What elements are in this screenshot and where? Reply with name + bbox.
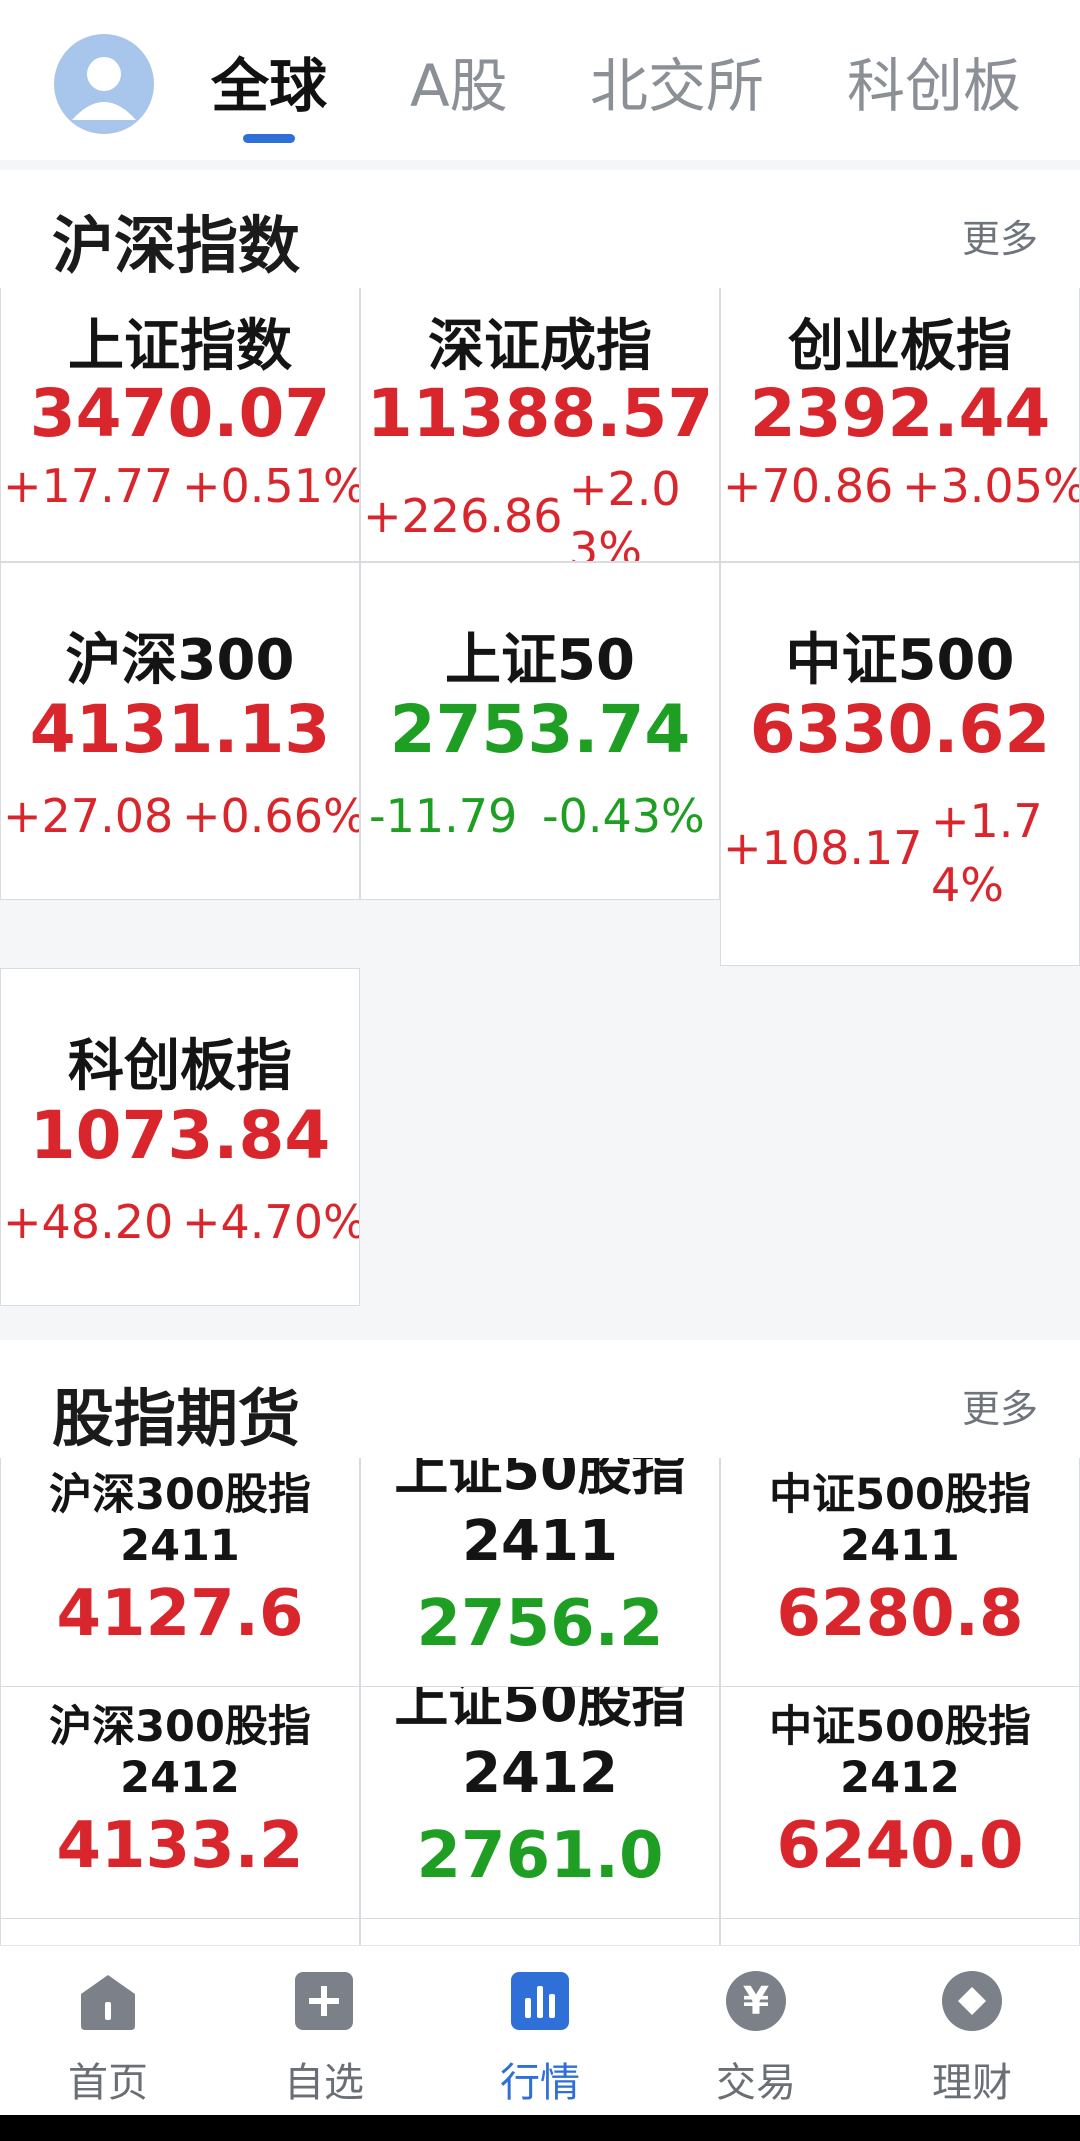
more-link[interactable]: 更多 [962, 1378, 1038, 1433]
futures-card[interactable]: 中证500股指 2412 6240.0 [720, 1686, 1080, 1920]
add-watchlist-icon [295, 1972, 353, 2030]
section-title: 沪深指数 [52, 209, 301, 282]
nav-market[interactable]: 行情 [432, 1946, 648, 2116]
index-card[interactable]: 创业板指 2392.44 +70.86 +3.05% [720, 288, 1080, 562]
system-bar [0, 2115, 1080, 2141]
futures-contract: 2412 [462, 1741, 618, 1806]
index-change: -11.79 [369, 789, 518, 843]
index-value: 3470.07 [29, 375, 331, 452]
index-value: 1073.84 [29, 1097, 331, 1174]
nav-label: 首页 [68, 2060, 148, 2106]
index-value: 4131.13 [29, 691, 331, 768]
futures-price: 4133.2 [56, 1809, 304, 1883]
avatar[interactable] [54, 34, 154, 134]
nav-label: 理财 [932, 2060, 1012, 2106]
index-card[interactable]: 深证成指 11388.57 +226.86 +2.03% [360, 288, 720, 562]
index-percent: +1.74% [931, 794, 1043, 912]
futures-grid: 沪深300股指 2411 4127.6 上证50股指 2411 2756.2 中… [0, 1458, 1080, 1945]
index-value: 2753.74 [389, 691, 691, 768]
more-link[interactable]: 更多 [962, 208, 1038, 263]
index-percent: +4.70% [182, 1195, 360, 1249]
futures-card[interactable]: 沪深300股指 2411 4127.6 [0, 1458, 360, 1688]
index-name: 上证50 [445, 628, 635, 693]
index-change: +108.17 [723, 821, 923, 875]
index-percent: +3.05% [902, 459, 1080, 513]
tab-star-market[interactable]: 科创板 [847, 46, 1021, 126]
futures-price: 4127.6 [56, 1577, 304, 1651]
nav-label: 交易 [716, 2060, 796, 2106]
index-percent: +2.03% [569, 462, 681, 562]
bottom-navigation: 首页 自选 行情 ¥ 交易 理财 [0, 1945, 1080, 2116]
nav-label: 自选 [284, 2060, 364, 2106]
futures-card[interactable]: 沪深300股指 2412 4133.2 [0, 1686, 360, 1920]
futures-price: 2761.0 [416, 1819, 664, 1893]
index-value: 11388.57 [366, 375, 714, 452]
futures-name: 上证50股指 [394, 1458, 686, 1502]
active-tab-indicator [243, 134, 295, 143]
index-percent: -0.43% [542, 789, 705, 843]
nav-label: 行情 [500, 2060, 580, 2106]
nav-wealth[interactable]: 理财 [864, 1946, 1080, 2116]
index-card[interactable]: 中证500 6330.62 +108.17 +1.74% [720, 562, 1080, 966]
nav-trade[interactable]: ¥ 交易 [648, 1946, 864, 2116]
index-card[interactable]: 上证指数 3470.07 +17.77 +0.51% [0, 288, 360, 562]
yuan-icon: ¥ [726, 1971, 786, 2031]
index-name: 中证500 [785, 628, 1015, 693]
section-title: 股指期货 [52, 1382, 301, 1455]
home-icon [81, 1975, 135, 2030]
index-change: +70.86 [723, 459, 894, 513]
index-change: +226.86 [363, 489, 563, 543]
futures-contract: 2411 [462, 1509, 618, 1574]
index-value: 2392.44 [749, 375, 1051, 452]
futures-contract: 2411 [840, 1521, 960, 1571]
nav-watchlist[interactable]: 自选 [216, 1946, 432, 2116]
index-name: 上证指数 [68, 314, 292, 379]
index-percent: +0.51% [182, 459, 360, 513]
futures-name: 沪深300股指 [49, 1470, 311, 1520]
index-name: 沪深300 [65, 628, 295, 693]
futures-name: 中证500股指 [769, 1470, 1031, 1520]
index-value: 6330.62 [749, 691, 1051, 768]
futures-card[interactable]: 中证500股指 2411 6280.8 [720, 1458, 1080, 1688]
index-name: 科创板指 [68, 1034, 292, 1099]
tab-a-shares[interactable]: A股 [410, 46, 508, 126]
futures-name: 沪深300股指 [49, 1702, 311, 1752]
futures-card[interactable]: 上证50股指 2412 2761.0 [360, 1686, 720, 1920]
index-change: +48.20 [3, 1195, 174, 1249]
futures-card[interactable]: 上证50股指 2411 2756.2 [360, 1458, 720, 1688]
indices-grid: 上证指数 3470.07 +17.77 +0.51% 深证成指 11388.57… [0, 288, 1080, 1340]
indices-section-header: 沪深指数 更多 [0, 170, 1080, 288]
futures-name: 中证500股指 [769, 1702, 1031, 1752]
futures-section-header: 股指期货 更多 [0, 1340, 1080, 1458]
svg-text:¥: ¥ [743, 1979, 769, 2023]
index-card[interactable]: 沪深300 4131.13 +27.08 +0.66% [0, 562, 360, 900]
diamond-icon [942, 1971, 1002, 2031]
tab-global[interactable]: 全球 [211, 46, 327, 126]
index-percent: +0.66% [182, 789, 360, 843]
futures-card[interactable] [0, 1918, 360, 1945]
futures-contract: 2411 [120, 1521, 240, 1571]
futures-card[interactable] [360, 1918, 720, 1945]
index-change: +27.08 [3, 789, 174, 843]
futures-price: 2756.2 [416, 1587, 664, 1661]
index-change: +17.77 [3, 459, 174, 513]
index-name: 创业板指 [788, 314, 1012, 379]
futures-contract: 2412 [120, 1753, 240, 1803]
nav-home[interactable]: 首页 [0, 1946, 216, 2116]
tab-beijing-exchange[interactable]: 北交所 [590, 46, 764, 126]
futures-contract: 2412 [840, 1753, 960, 1803]
futures-price: 6240.0 [776, 1809, 1024, 1883]
index-name: 深证成指 [428, 314, 652, 379]
user-icon [72, 57, 136, 120]
futures-card[interactable] [720, 1918, 1080, 1945]
futures-price: 6280.8 [776, 1577, 1024, 1651]
index-card[interactable]: 科创板指 1073.84 +48.20 +4.70% [0, 968, 360, 1306]
top-tab-bar: 全球 A股 北交所 科创板 [0, 0, 1080, 160]
index-card[interactable]: 上证50 2753.74 -11.79 -0.43% [360, 562, 720, 900]
market-chart-icon [511, 1972, 569, 2030]
futures-name: 上证50股指 [394, 1686, 686, 1734]
